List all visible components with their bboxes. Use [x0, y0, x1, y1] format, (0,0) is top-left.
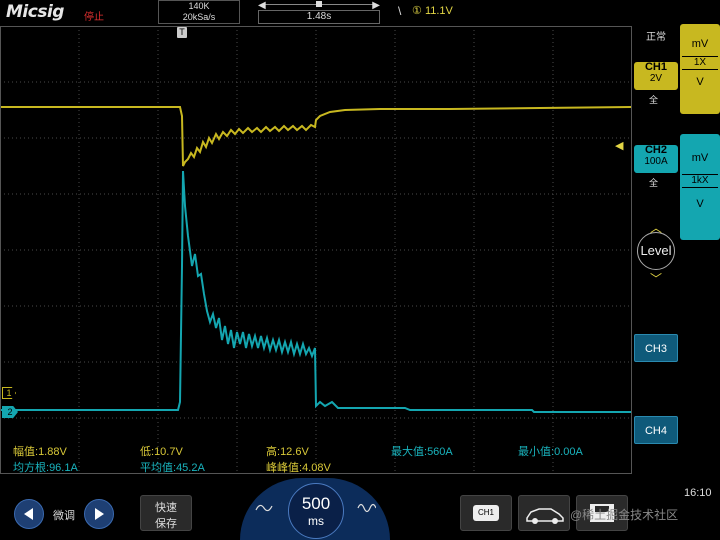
- ch1-chip: CH1: [473, 505, 499, 521]
- ch2-vertical-panel[interactable]: mV 1kX V: [680, 134, 720, 240]
- acquisition-info[interactable]: 140K 20kSa/s: [158, 0, 240, 24]
- brand-logo: Micsig: [6, 2, 64, 22]
- meas-max: 最大值:560A: [391, 446, 453, 458]
- ch2-label: CH2: [644, 144, 667, 156]
- ch1-vertical-panel[interactable]: mV 1X V: [680, 24, 720, 114]
- car-icon: [526, 508, 564, 524]
- time-delay-readout[interactable]: 1.48s: [258, 10, 380, 24]
- ch1-scale: 2V: [649, 73, 663, 84]
- time-position-bar[interactable]: ◀ ▶ 1.48s: [258, 0, 380, 24]
- ch1-probe[interactable]: 1X: [682, 56, 718, 70]
- meas-amplitude: 幅值:1.88V: [13, 446, 67, 458]
- ch4-button[interactable]: CH4: [634, 416, 678, 444]
- ch1-unit: mV: [691, 38, 709, 50]
- ch1-tag[interactable]: CH1 2V: [634, 62, 678, 90]
- watermark: @稀土掘金技术社区: [570, 508, 679, 522]
- timebase-unit: ms: [308, 514, 324, 528]
- ch1-unit2: V: [696, 76, 704, 88]
- run-status[interactable]: 停止: [84, 8, 104, 23]
- fine-left-button[interactable]: [14, 499, 44, 529]
- meas-peak-to-peak: 峰峰值:4.08V: [266, 462, 331, 474]
- ch1-label: CH1: [644, 61, 667, 73]
- ch2-tag[interactable]: CH2 100A: [634, 145, 678, 173]
- ch3-button[interactable]: CH3: [634, 334, 678, 362]
- timebase-value: 500: [301, 494, 331, 513]
- level-down-chevron-icon[interactable]: ﹀: [650, 270, 662, 287]
- left-arrow-icon: [24, 508, 33, 520]
- auto-measure-button[interactable]: [518, 495, 570, 531]
- trigger-source-marker: ①: [412, 5, 422, 17]
- quick-save-line1: 快速: [155, 502, 177, 514]
- screen-frame: [0, 26, 632, 474]
- level-knob[interactable]: Level: [637, 232, 675, 270]
- ch2-coupling: 全: [649, 178, 659, 188]
- meas-rms: 均方根:96.1A: [13, 462, 78, 474]
- ch2-unit2: V: [696, 198, 704, 210]
- timebase-knob[interactable]: 500 ms: [288, 483, 344, 539]
- fine-label: 微调: [53, 510, 75, 522]
- right-arrow-icon: [95, 508, 104, 520]
- sample-rate: 20kSa/s: [182, 12, 216, 22]
- ch1-coupling: 全: [649, 95, 659, 105]
- quick-save-line2: 保存: [155, 518, 177, 530]
- meas-high: 高:12.6V: [266, 446, 309, 458]
- trigger-level-value: 11.1V: [424, 5, 453, 17]
- clock: 16:10: [684, 487, 712, 499]
- fine-right-button[interactable]: [84, 499, 114, 529]
- meas-mean: 平均值:45.2A: [140, 462, 205, 474]
- meas-min: 最小值:0.00A: [518, 446, 583, 458]
- time-window-marker: [316, 1, 322, 7]
- meas-low: 低:10.7V: [140, 446, 183, 458]
- quick-save-button[interactable]: 快速 保存: [140, 495, 192, 531]
- trigger-position-marker[interactable]: T: [177, 27, 187, 38]
- ch2-unit: mV: [691, 152, 709, 164]
- timebase-increase-icon[interactable]: [356, 500, 376, 516]
- trigger-info[interactable]: ① 11.1V: [400, 4, 453, 17]
- channel-select-button[interactable]: CH1: [460, 495, 512, 531]
- timebase-decrease-icon[interactable]: [254, 500, 274, 516]
- ch2-scale: 100A: [644, 156, 668, 167]
- trigger-mode-label[interactable]: 正常: [646, 28, 666, 43]
- ch2-probe[interactable]: 1kX: [682, 174, 718, 188]
- trigger-level-arrow-icon[interactable]: ◀: [615, 139, 623, 152]
- memory-depth: 140K: [188, 1, 210, 11]
